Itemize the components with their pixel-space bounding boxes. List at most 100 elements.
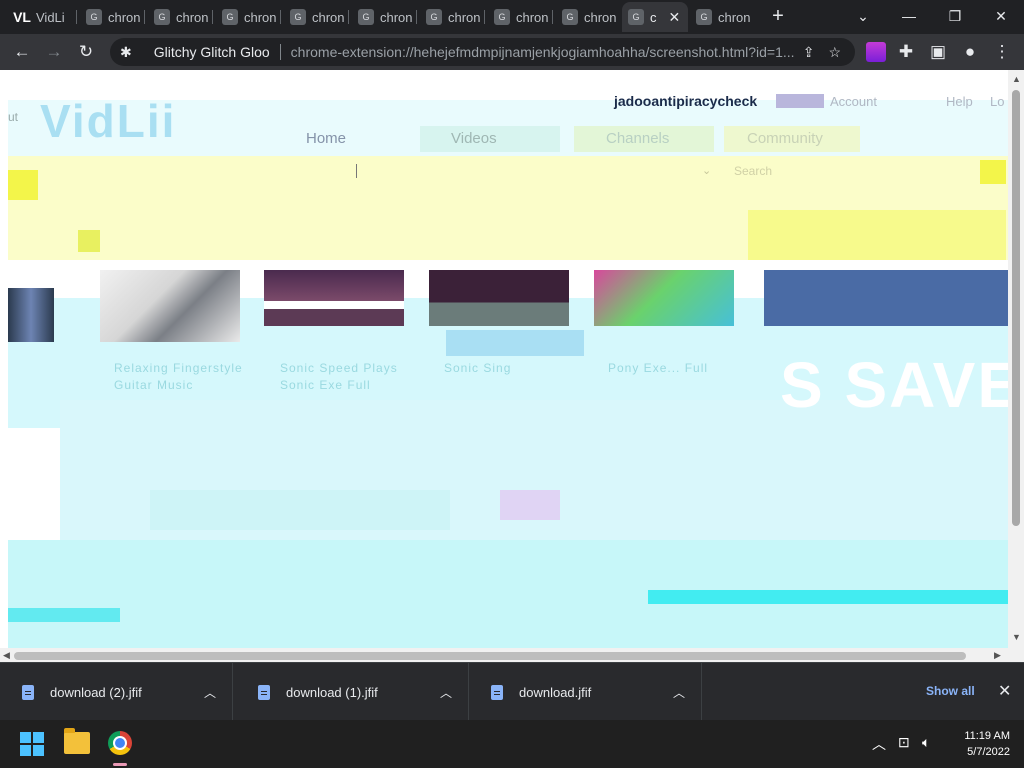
- banner-text: S SAVE: [780, 349, 1022, 421]
- video-thumbnail[interactable]: [8, 288, 54, 342]
- tab-chron[interactable]: G chron: [420, 2, 484, 32]
- tab-strip: VL VidLi G chron G chron G chron G chron…: [0, 0, 1024, 34]
- nav-home[interactable]: Home: [306, 130, 346, 147]
- video-title[interactable]: Relaxing Fingerstyle Guitar Music: [114, 360, 254, 394]
- show-all-downloads-link[interactable]: Show all: [926, 684, 975, 698]
- tab-divider: [76, 10, 77, 24]
- back-arrow-icon[interactable]: ←: [10, 40, 34, 64]
- video-thumbnail-guitar[interactable]: [100, 270, 240, 342]
- chevron-up-tray-icon[interactable]: ︿: [872, 734, 886, 754]
- scroll-left-arrow-icon[interactable]: ◀: [3, 650, 10, 661]
- glitch-block: [748, 210, 1006, 260]
- vidlii-favicon-icon: VL: [13, 9, 31, 25]
- g-favicon-icon: G: [290, 9, 306, 25]
- reload-icon[interactable]: ↻: [74, 40, 98, 64]
- download-item[interactable]: download (2).jfif ︿: [0, 663, 233, 721]
- horizontal-scroll-thumb[interactable]: [14, 652, 966, 660]
- network-icon[interactable]: ⊡: [898, 734, 910, 751]
- browser-toolbar: ← → ↻ ✱ Glitchy Glitch Gloo chrome-exten…: [0, 34, 1024, 70]
- nav-videos[interactable]: Videos: [451, 130, 497, 147]
- vidlii-banner-thumbnail[interactable]: [764, 270, 1008, 326]
- restore-icon[interactable]: ❐: [942, 4, 968, 28]
- nav-channels[interactable]: Channels: [606, 130, 669, 147]
- download-item[interactable]: download.jfif ︿: [469, 663, 702, 721]
- horizontal-scrollbar[interactable]: ◀ ▶: [0, 648, 1008, 662]
- download-filename: download (1).jfif: [286, 684, 378, 700]
- tab-vidlii[interactable]: VL VidLi: [8, 2, 72, 32]
- address-bar[interactable]: ✱ Glitchy Glitch Gloo chrome-extension:/…: [110, 38, 855, 66]
- tab-active[interactable]: G c ✕: [622, 2, 688, 32]
- account-link[interactable]: Account: [830, 94, 877, 109]
- vertical-scroll-thumb[interactable]: [1012, 90, 1020, 526]
- video-thumbnail-dark[interactable]: [429, 270, 569, 326]
- tab-chron[interactable]: G chron: [352, 2, 416, 32]
- close-window-icon[interactable]: ✕: [988, 4, 1014, 28]
- search-input-caret[interactable]: [356, 164, 357, 178]
- search-input[interactable]: Search: [734, 164, 772, 178]
- chevron-up-icon[interactable]: ︿: [673, 684, 685, 701]
- close-tab-icon[interactable]: ✕: [669, 9, 681, 26]
- glitch-stripe: [648, 590, 1008, 604]
- tab-title: chron: [448, 9, 481, 25]
- download-item[interactable]: download (1).jfif ︿: [236, 663, 469, 721]
- g-favicon-icon: G: [562, 9, 578, 25]
- puzzle-piece-icon: ✱: [120, 43, 132, 60]
- windows-start-icon[interactable]: [20, 732, 44, 756]
- video-title[interactable]: Sonic Speed Plays Sonic Exe Full: [280, 360, 420, 394]
- search-category-chevron-icon[interactable]: ⌄: [702, 164, 711, 177]
- extension-name: Glitchy Glitch Gloo: [153, 44, 270, 60]
- tab-chron[interactable]: G chron: [284, 2, 348, 32]
- chrome-taskbar-icon[interactable]: [108, 731, 132, 755]
- tab-chron[interactable]: G chron: [556, 2, 620, 32]
- tab-chron[interactable]: G chron: [148, 2, 212, 32]
- profile-avatar-icon[interactable]: ●: [958, 40, 982, 64]
- new-tab-plus-icon[interactable]: +: [766, 5, 790, 29]
- file-icon: [491, 684, 503, 700]
- video-thumbnail-sonic[interactable]: [264, 270, 404, 326]
- share-icon[interactable]: ⇪: [803, 44, 815, 61]
- tab-chron[interactable]: G chron: [80, 2, 144, 32]
- glitch-block: [78, 230, 100, 252]
- download-filename: download (2).jfif: [50, 684, 142, 700]
- taskbar-clock[interactable]: 11:19 AM 5/7/2022: [950, 728, 1010, 760]
- close-downloads-bar-icon[interactable]: ✕: [998, 681, 1011, 701]
- tab-title: chron: [516, 9, 549, 25]
- tab-chron[interactable]: G chron: [690, 2, 754, 32]
- forward-arrow-icon[interactable]: →: [42, 40, 66, 64]
- nav-community[interactable]: Community: [747, 130, 823, 147]
- file-icon: [22, 684, 34, 700]
- logout-link[interactable]: Lo: [990, 94, 1004, 109]
- video-title[interactable]: Pony Exe... Full: [608, 360, 748, 377]
- chevron-up-icon[interactable]: ︿: [440, 684, 452, 701]
- username-link[interactable]: jadooantipiracycheck: [614, 93, 757, 109]
- bookmark-star-icon[interactable]: ☆: [828, 44, 841, 61]
- g-favicon-icon: G: [494, 9, 510, 25]
- tab-title: chron: [244, 9, 277, 25]
- vertical-scrollbar[interactable]: ▲ ▼: [1008, 70, 1024, 662]
- scroll-down-arrow-icon[interactable]: ▼: [1012, 632, 1021, 642]
- file-explorer-icon[interactable]: [64, 728, 90, 754]
- url-text[interactable]: chrome-extension://hehejefmdmpijnamjenkj…: [291, 44, 803, 60]
- scroll-right-arrow-icon[interactable]: ▶: [994, 650, 1001, 661]
- tab-divider: [416, 10, 417, 24]
- video-title[interactable]: Sonic Sing: [444, 360, 564, 377]
- extension-glitch-icon[interactable]: [866, 42, 886, 62]
- scroll-up-arrow-icon[interactable]: ▲: [1012, 74, 1021, 84]
- volume-icon[interactable]: 🔈︎: [922, 734, 930, 751]
- side-panel-icon[interactable]: ▣: [926, 40, 950, 64]
- tab-title: chron: [312, 9, 345, 25]
- video-thumbnail-pony[interactable]: [594, 270, 734, 326]
- menu-kebab-icon[interactable]: ⋮: [990, 40, 1014, 64]
- avatar[interactable]: [776, 94, 824, 108]
- glitch-block: [8, 170, 38, 200]
- tab-chron[interactable]: G chron: [216, 2, 280, 32]
- vidlii-logo[interactable]: VidLii: [40, 94, 176, 148]
- tab-search-chevron-icon[interactable]: ⌄: [850, 4, 876, 28]
- g-favicon-icon: G: [426, 9, 442, 25]
- chevron-up-icon[interactable]: ︿: [204, 684, 216, 701]
- extensions-puzzle-icon[interactable]: ✚: [894, 40, 918, 64]
- tab-chron[interactable]: G chron: [488, 2, 552, 32]
- help-link[interactable]: Help: [946, 94, 973, 109]
- cut-off-text: ut: [8, 110, 19, 124]
- minimize-icon[interactable]: —: [896, 4, 922, 28]
